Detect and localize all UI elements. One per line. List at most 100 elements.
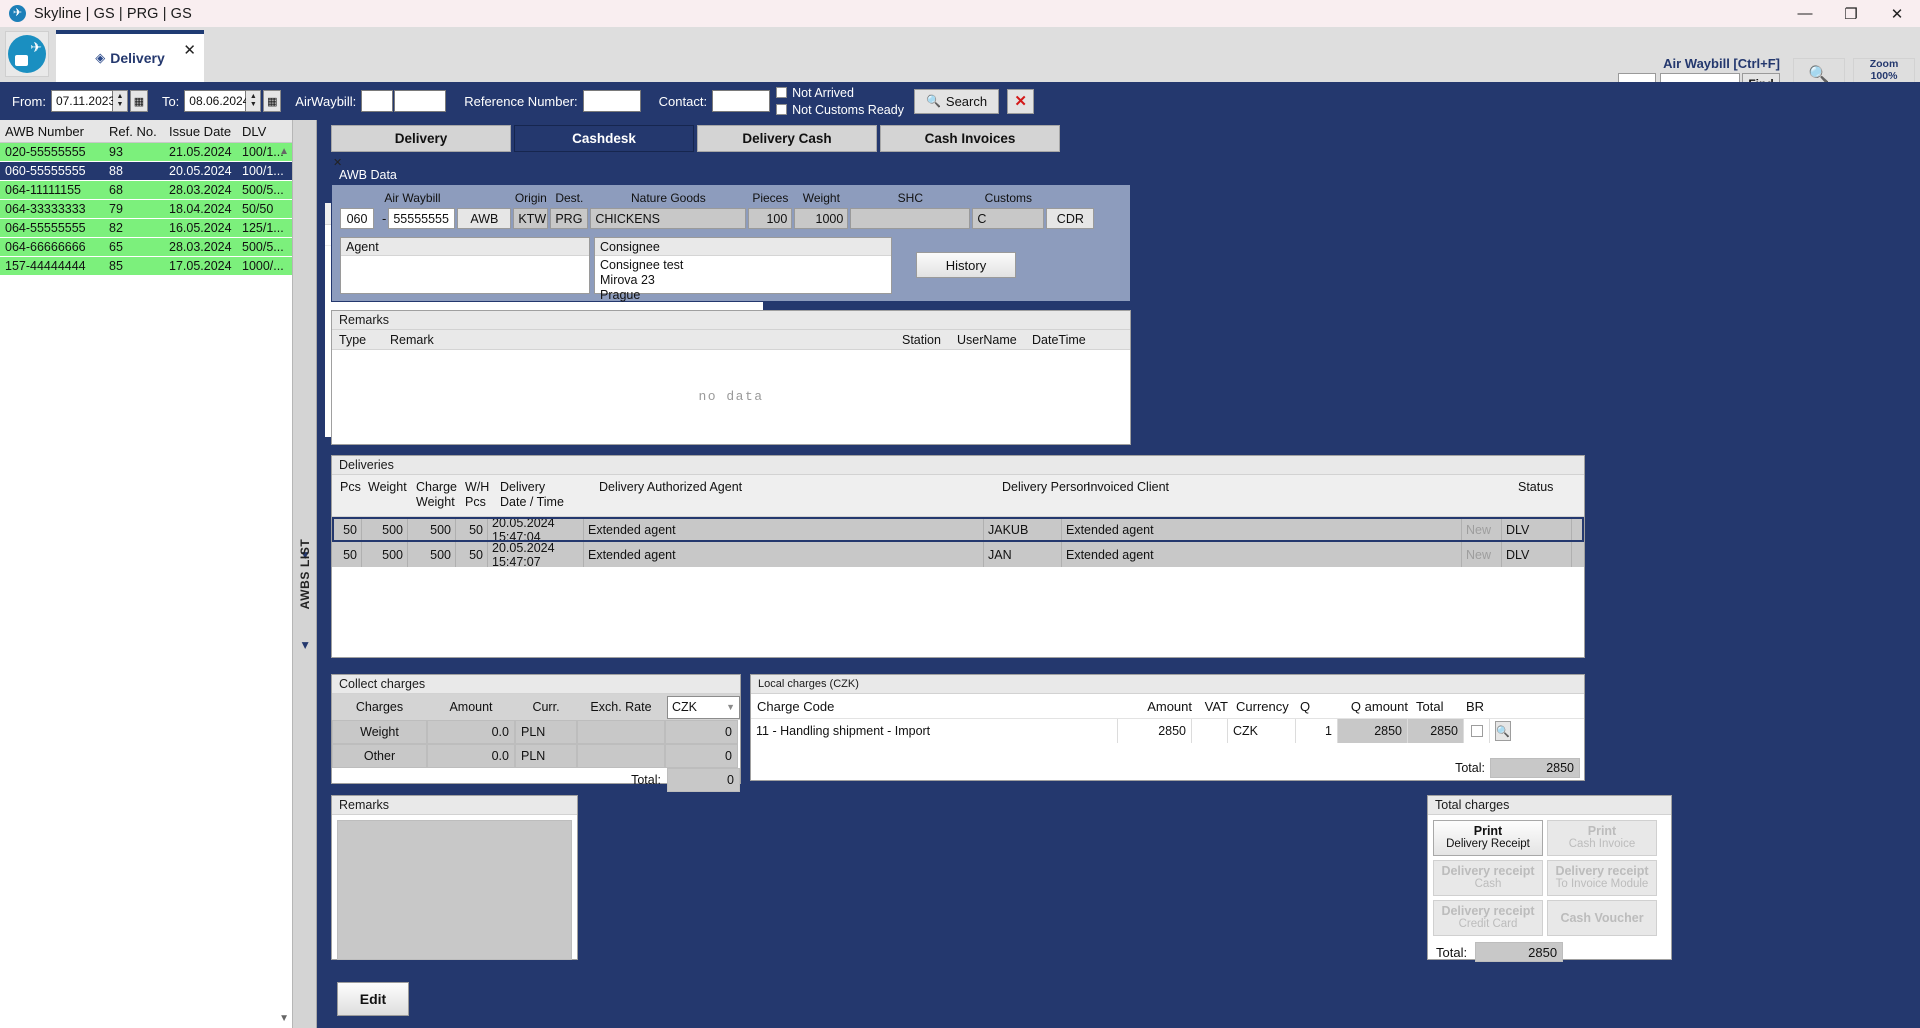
from-date-value[interactable]: 07.11.2023 <box>50 90 115 112</box>
window-controls: — ❐ ✕ <box>1782 0 1920 27</box>
table-row[interactable]: 064-66666666 65 28.03.2024 500/5... <box>0 238 292 257</box>
customs-field[interactable]: C <box>972 208 1045 229</box>
reference-number-input[interactable] <box>582 90 641 112</box>
dest-field[interactable]: PRG <box>550 208 589 229</box>
contact-input[interactable] <box>712 90 771 112</box>
br-checkbox[interactable] <box>1470 725 1483 737</box>
edit-button[interactable]: Edit <box>337 982 409 1016</box>
table-row[interactable]: Other 0.0 PLN 0 <box>332 744 740 768</box>
remarks-top-title: Remarks <box>332 311 1130 330</box>
reference-number-label: Reference Number: <box>464 93 578 109</box>
not-customs-ready-checkbox-row[interactable]: Not Customs Ready <box>776 101 904 118</box>
airwaybill-label: AirWaybill: <box>295 93 357 109</box>
table-row[interactable]: 50 500 500 50 20.05.2024 15:47:07 Extend… <box>332 541 1584 569</box>
calendar-icon[interactable]: ▦ <box>263 90 282 112</box>
remarks-textarea[interactable] <box>337 820 572 960</box>
scroll-up-icon[interactable]: ▲ <box>279 146 289 157</box>
to-label: To: <box>161 93 180 109</box>
button-line-2: To Invoice Module <box>1555 878 1649 890</box>
close-icon[interactable]: ✕ <box>1874 0 1920 27</box>
cell-new-button[interactable]: New <box>1462 542 1502 567</box>
button-line-2: Cash <box>1474 878 1502 890</box>
tab-cash-invoices[interactable]: Cash Invoices <box>880 125 1060 152</box>
consignee-box[interactable]: Consignee Consignee test Mirova 23 Pragu… <box>594 237 892 302</box>
cell-charge-code: 11 - Handling shipment - Import <box>751 719 1118 743</box>
cell-issue-date: 17.05.2024 <box>169 259 232 273</box>
column-header-amount: Amount <box>1147 698 1192 714</box>
search-button[interactable]: 🔍 Search <box>913 88 1000 114</box>
not-arrived-checkbox[interactable] <box>776 87 788 98</box>
document-tab-delivery[interactable]: ◈ Delivery ✕ <box>56 30 204 82</box>
search-button-label: Search <box>945 93 988 109</box>
print-delivery-receipt-button[interactable]: Print Delivery Receipt <box>1433 820 1543 856</box>
table-row[interactable]: Weight 0.0 PLN 0 <box>332 720 740 744</box>
print-cash-invoice-button: Print Cash Invoice <box>1547 820 1657 856</box>
awb-prefix-input[interactable]: 060 <box>340 208 374 229</box>
origin-field[interactable]: KTW <box>513 208 549 229</box>
from-date-spinner[interactable]: ▲ ▼ <box>112 90 128 112</box>
table-row[interactable]: 157-44444444 85 17.05.2024 1000/... <box>0 257 292 276</box>
local-charges-total-label: Total: <box>1455 761 1485 775</box>
filter-toolbar: From: 07.11.2023 ▲ ▼ ▦ To: 08.06.2024 ▲ ▼ … <box>0 82 1920 120</box>
awb-list-header: AWB Number Ref. No. Issue Date DLV <box>0 120 292 143</box>
label-customs: Customs <box>984 191 1033 205</box>
not-customs-ready-checkbox[interactable] <box>776 104 788 115</box>
cdr-button[interactable]: CDR <box>1046 208 1095 229</box>
to-date-value[interactable]: 08.06.2024 <box>184 90 249 112</box>
label-shc: SHC <box>897 191 924 205</box>
column-header-issue-date: Issue Date <box>169 123 232 139</box>
awb-type-button[interactable]: AWB <box>457 208 512 229</box>
from-label: From: <box>12 93 46 109</box>
calendar-icon[interactable]: ▦ <box>129 90 148 112</box>
consignee-line-1: Consignee test <box>600 258 684 272</box>
cell-amount: 0.0 <box>427 720 515 744</box>
minimize-icon[interactable]: — <box>1782 0 1828 27</box>
to-date-spinner[interactable]: ▲ ▼ <box>246 90 262 112</box>
scroll-down-icon[interactable]: ▼ <box>279 1013 289 1024</box>
tab-delivery[interactable]: Delivery <box>331 125 511 152</box>
cell-converted: 0 <box>665 744 738 768</box>
cell-delivery-datetime: 20.05.2024 15:47:04 <box>488 516 584 544</box>
consignee-line-2: Mirova 23 <box>600 273 655 287</box>
awb-find-label: Air Waybill [Ctrl+F] <box>1663 56 1780 71</box>
not-arrived-checkbox-row[interactable]: Not Arrived <box>776 84 904 101</box>
airwaybill-prefix-input[interactable] <box>361 90 394 112</box>
table-row[interactable]: 11 - Handling shipment - Import 2850 CZK… <box>751 719 1584 743</box>
pieces-field[interactable]: 100 <box>748 208 793 229</box>
table-row[interactable]: 020-55555555 93 21.05.2024 100/1... <box>0 143 292 162</box>
table-row-selected[interactable]: 50 500 500 50 20.05.2024 15:47:04 Extend… <box>332 516 1584 544</box>
cell-br-checkbox-wrap[interactable] <box>1464 719 1490 743</box>
column-header-delivery-person: Delivery Person <box>1002 480 1091 494</box>
weight-field[interactable]: 1000 <box>794 208 849 229</box>
not-customs-ready-label: Not Customs Ready <box>792 102 904 117</box>
shc-field[interactable] <box>850 208 971 229</box>
table-row-selected[interactable]: 060-55555555 88 20.05.2024 100/1... <box>0 162 292 181</box>
history-button[interactable]: History <box>916 252 1016 278</box>
local-charges-total-value: 2850 <box>1490 758 1580 778</box>
awbs-list-collapse-strip[interactable]: ◀ AWBS LIST ◀ <box>293 120 317 1028</box>
table-row[interactable]: 064-55555555 82 16.05.2024 125/1... <box>0 219 292 238</box>
magnifier-icon[interactable]: 🔍 <box>1495 721 1511 741</box>
table-row[interactable]: 064-11111155 68 28.03.2024 500/5... <box>0 181 292 200</box>
cell-magnifier-wrap[interactable]: 🔍 <box>1490 719 1516 743</box>
nature-goods-field[interactable]: CHICKENS <box>590 208 747 229</box>
table-row[interactable]: 064-33333333 79 18.04.2024 50/50 <box>0 200 292 219</box>
deliveries-table-header: Pcs Weight Charge Weight W/H Pcs Deliver… <box>332 475 1584 517</box>
tab-delivery-cash[interactable]: Delivery Cash <box>697 125 877 152</box>
currency-select[interactable]: CZK ▼ <box>667 695 740 719</box>
awb-data-close-icon[interactable]: ✕ <box>333 156 342 169</box>
tab-cashdesk[interactable]: Cashdesk <box>514 125 694 152</box>
maximize-icon[interactable]: ❐ <box>1828 0 1874 27</box>
airwaybill-number-input[interactable] <box>394 90 447 112</box>
from-date-field[interactable]: 07.11.2023 ▲ ▼ ▦ <box>50 90 148 112</box>
cell-new-button[interactable]: New <box>1462 517 1502 542</box>
clear-filter-button[interactable]: ✕ <box>1007 88 1035 114</box>
cell-invoiced-client: Extended agent <box>1062 542 1462 567</box>
document-tab-close-icon[interactable]: ✕ <box>183 43 196 58</box>
cell-awb-number: 064-33333333 <box>5 202 86 216</box>
collapse-arrow-icon[interactable]: ◀ <box>299 642 310 649</box>
to-date-field[interactable]: 08.06.2024 ▲ ▼ ▦ <box>184 90 282 112</box>
agent-box[interactable]: Agent <box>340 237 590 294</box>
awb-number-input[interactable]: 55555555 <box>388 208 456 229</box>
cashdesk-panel: ✕ AWB Data Air Waybill 060 - 55555555 AW… <box>323 156 1913 988</box>
